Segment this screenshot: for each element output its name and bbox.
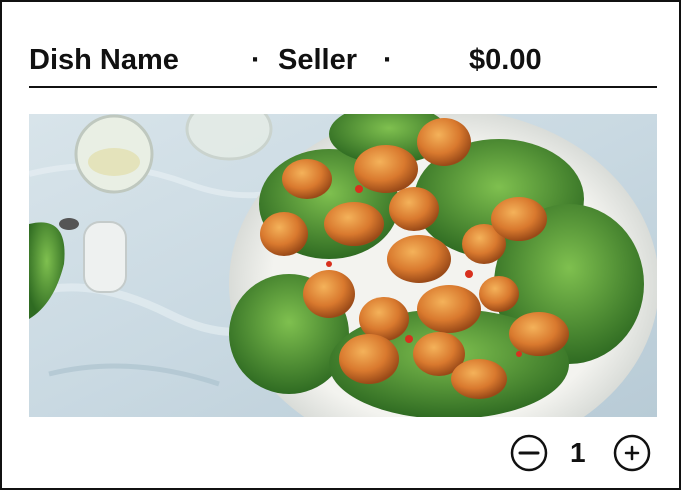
quantity-value: 1 bbox=[570, 437, 586, 468]
increment-button[interactable] bbox=[613, 434, 651, 472]
header-separator: · bbox=[383, 44, 393, 76]
header-separator: · bbox=[251, 44, 261, 76]
seller-name: Seller bbox=[278, 44, 357, 76]
dish-name: Dish Name bbox=[29, 44, 179, 76]
quantity-stepper: 1 bbox=[510, 434, 657, 472]
minus-circle-icon bbox=[510, 434, 548, 472]
dish-photo bbox=[29, 114, 657, 417]
dish-card: Dish Name · Seller · $0.00 1 bbox=[0, 0, 681, 490]
plus-circle-icon bbox=[613, 434, 651, 472]
decrement-button[interactable] bbox=[510, 434, 548, 472]
dish-price: $0.00 bbox=[469, 44, 542, 76]
dish-header: Dish Name · Seller · $0.00 bbox=[29, 40, 657, 88]
